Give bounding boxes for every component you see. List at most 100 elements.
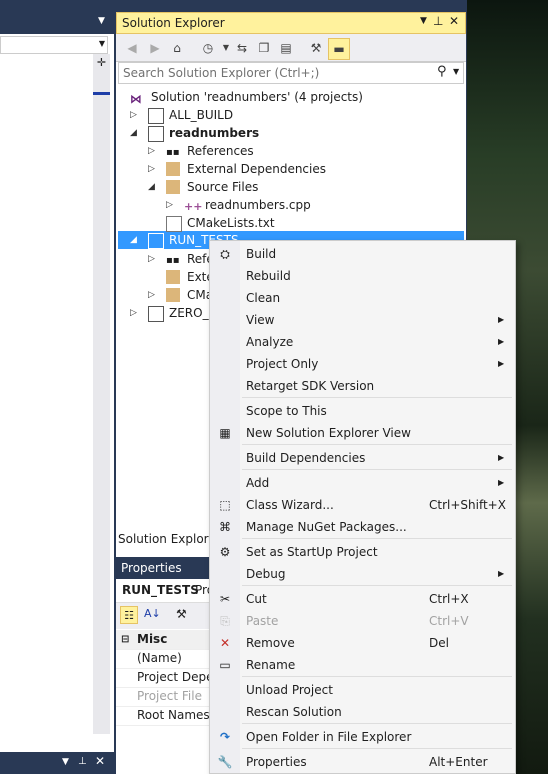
- home-icon[interactable]: ⌂: [167, 38, 187, 58]
- property-row[interactable]: Project File: [116, 687, 212, 707]
- editor-member-dropdown[interactable]: ▼: [0, 36, 108, 54]
- tree-item-readnumbers[interactable]: ◢ readnumbers: [118, 124, 462, 142]
- solution-icon: ⋈: [130, 92, 142, 106]
- submenu-arrow-icon: ▶: [498, 359, 505, 368]
- menu-item-label: Add: [246, 476, 270, 490]
- collapse-arrow-icon[interactable]: ◢: [148, 178, 155, 196]
- search-icon[interactable]: ⚲: [437, 64, 447, 79]
- menu-item-set-as-startup-project[interactable]: ⚙ Set as StartUp Project: [210, 541, 515, 563]
- close-icon[interactable]: ✕: [449, 14, 459, 28]
- menu-item-cut[interactable]: ✂ Cut Ctrl+X: [210, 588, 515, 610]
- menu-item-label: Analyze: [246, 335, 294, 349]
- tree-item-references[interactable]: ▷ ▪▪ References: [118, 142, 462, 160]
- category-label: Misc: [137, 632, 168, 646]
- pin-icon[interactable]: ⊥: [78, 756, 87, 767]
- properties-title-bar[interactable]: Properties: [116, 557, 212, 579]
- collapse-arrow-icon[interactable]: ◢: [130, 231, 137, 249]
- property-row[interactable]: Project Depen: [116, 668, 221, 688]
- tree-item-external-dependencies[interactable]: ▷ External Dependencies: [118, 160, 462, 178]
- tree-item-readnumbers-cpp[interactable]: ▷ ++ readnumbers.cpp: [118, 196, 462, 214]
- menu-item-clean[interactable]: Clean: [210, 287, 515, 309]
- expand-arrow-icon[interactable]: ▷: [130, 304, 137, 322]
- properties-wrench-icon[interactable]: ⚒: [306, 38, 326, 58]
- editor-title-bar: [0, 12, 114, 34]
- property-row[interactable]: (Name): [116, 649, 212, 669]
- dropdown-icon[interactable]: ▼: [62, 757, 69, 767]
- preview-icon[interactable]: ▬: [328, 38, 350, 60]
- back-icon[interactable]: ◀: [122, 38, 142, 58]
- categorized-icon[interactable]: ☷: [120, 606, 138, 624]
- property-row[interactable]: Root Namesp: [116, 706, 217, 726]
- history-icon[interactable]: ◷: [198, 38, 218, 58]
- show-all-files-icon[interactable]: ▤: [276, 38, 296, 58]
- tree-item-source-files[interactable]: ◢ Source Files: [118, 178, 462, 196]
- menu-item-scope-to-this[interactable]: Scope to This: [210, 400, 515, 422]
- editor-vertical-scrollbar[interactable]: [93, 54, 110, 734]
- expand-arrow-icon[interactable]: ▷: [130, 106, 137, 124]
- menu-item-label: Class Wizard...: [246, 498, 334, 512]
- menu-item-rebuild[interactable]: Rebuild: [210, 265, 515, 287]
- solution-explorer-tab[interactable]: Solution Explorer: [118, 532, 221, 554]
- menu-item-label: Cut: [246, 592, 267, 606]
- tree-item-solution[interactable]: ⋈ Solution 'readnumbers' (4 projects): [118, 88, 462, 106]
- menu-item-rescan-solution[interactable]: Rescan Solution: [210, 701, 515, 723]
- pin-icon[interactable]: ⊥: [433, 14, 443, 28]
- new-view-icon: ▦: [219, 426, 231, 440]
- menu-item-shortcut: Ctrl+Shift+X: [429, 498, 506, 512]
- menu-item-new-solution-explorer-view[interactable]: ▦ New Solution Explorer View: [210, 422, 515, 444]
- submenu-arrow-icon: ▶: [498, 337, 505, 346]
- alphabetical-icon[interactable]: A↓: [144, 607, 161, 620]
- expand-arrow-icon[interactable]: ▷: [166, 196, 173, 214]
- tree-item-label: Source Files: [187, 180, 259, 194]
- properties-object-selector[interactable]: RUN_TESTS Pro: [116, 579, 214, 603]
- properties-title: Properties: [121, 561, 182, 575]
- menu-item-build[interactable]: ⛭ Build: [210, 243, 515, 265]
- menu-item-label: Retarget SDK Version: [246, 379, 375, 393]
- menu-item-label: View: [246, 313, 275, 327]
- solution-explorer-search-input[interactable]: Search Solution Explorer (Ctrl+;) ⚲ ▼: [118, 62, 464, 84]
- tree-item-all-build[interactable]: ▷ ALL_BUILD: [118, 106, 462, 124]
- expand-arrow-icon[interactable]: ▷: [148, 286, 155, 304]
- menu-item-class-wizard[interactable]: ⬚ Class Wizard... Ctrl+Shift+X: [210, 494, 515, 516]
- menu-item-debug[interactable]: Debug ▶: [210, 563, 515, 585]
- menu-item-properties[interactable]: 🔧 Properties Alt+Enter: [210, 751, 515, 773]
- collapse-icon[interactable]: ⊟: [121, 630, 129, 649]
- property-pages-wrench-icon[interactable]: ⚒: [176, 607, 187, 621]
- expand-arrow-icon[interactable]: ▷: [148, 250, 155, 268]
- split-icon[interactable]: ✛: [93, 56, 110, 70]
- menu-item-unload-project[interactable]: Unload Project: [210, 679, 515, 701]
- collapse-arrow-icon[interactable]: ◢: [130, 124, 137, 142]
- sync-icon[interactable]: ⇆: [232, 38, 252, 58]
- menu-item-build-dependencies[interactable]: Build Dependencies ▶: [210, 447, 515, 469]
- menu-item-retarget-sdk-version[interactable]: Retarget SDK Version: [210, 375, 515, 397]
- properties-category[interactable]: ⊟ Misc: [116, 630, 212, 650]
- property-name: Root Namesp: [137, 708, 218, 722]
- menu-item-label: Remove: [246, 636, 295, 650]
- search-options-icon[interactable]: ▼: [453, 67, 459, 76]
- menu-item-view[interactable]: View ▶: [210, 309, 515, 331]
- menu-item-open-folder-in-file-explorer[interactable]: ↷ Open Folder in File Explorer: [210, 726, 515, 748]
- menu-separator: [242, 748, 512, 749]
- properties-object-name: RUN_TESTS: [122, 583, 199, 597]
- editor-dropdown-icon[interactable]: ▼: [98, 16, 105, 26]
- menu-item-manage-nuget-packages[interactable]: ⌘ Manage NuGet Packages...: [210, 516, 515, 538]
- menu-item-rename[interactable]: ▭ Rename: [210, 654, 515, 676]
- menu-item-shortcut: Alt+Enter: [429, 755, 488, 769]
- menu-item-label: Properties: [246, 755, 307, 769]
- menu-separator: [242, 469, 512, 470]
- expand-arrow-icon[interactable]: ▷: [148, 160, 155, 178]
- folder-icon: [166, 270, 180, 284]
- menu-item-label: New Solution Explorer View: [246, 426, 411, 440]
- menu-item-analyze[interactable]: Analyze ▶: [210, 331, 515, 353]
- menu-item-remove[interactable]: ✕ Remove Del: [210, 632, 515, 654]
- solution-explorer-title-bar[interactable]: Solution Explorer ▼ ⊥ ✕: [116, 12, 466, 34]
- menu-item-add[interactable]: Add ▶: [210, 472, 515, 494]
- tree-item-cmakelists[interactable]: CMakeLists.txt: [118, 214, 462, 232]
- close-icon[interactable]: ✕: [95, 754, 105, 768]
- menu-item-paste[interactable]: ⎘ Paste Ctrl+V: [210, 610, 515, 632]
- expand-arrow-icon[interactable]: ▷: [148, 142, 155, 160]
- forward-icon[interactable]: ▶: [145, 38, 165, 58]
- menu-item-project-only[interactable]: Project Only ▶: [210, 353, 515, 375]
- collapse-all-icon[interactable]: ❐: [254, 38, 274, 58]
- window-position-icon[interactable]: ▼: [420, 16, 427, 26]
